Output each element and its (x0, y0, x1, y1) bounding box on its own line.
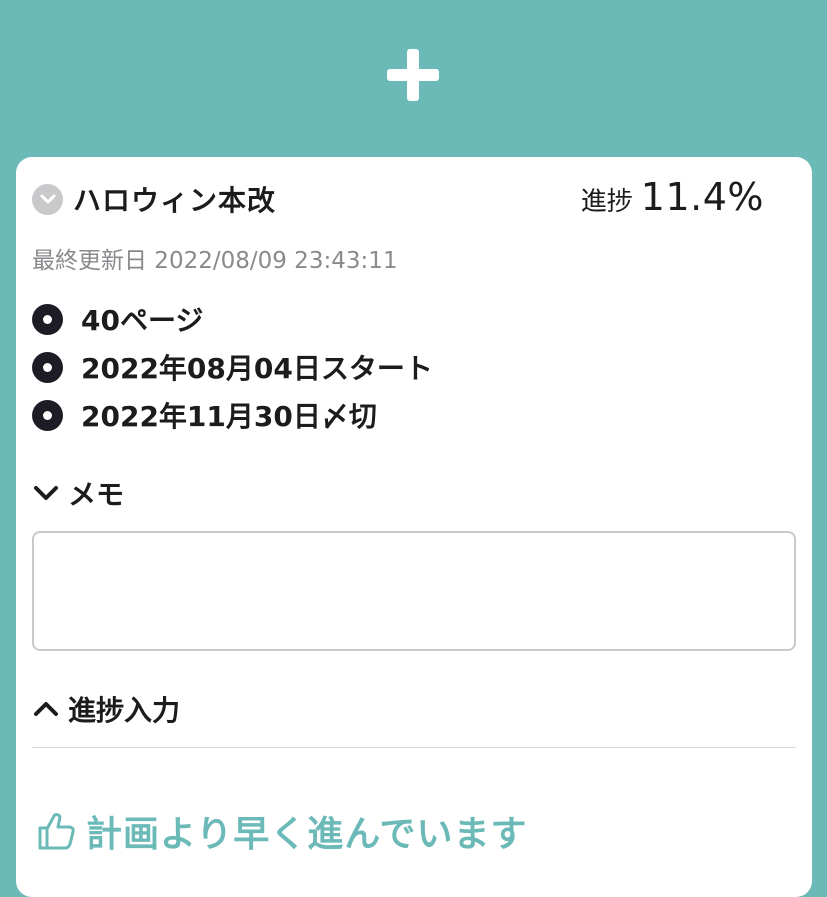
detail-item: 2022年11月30日〆切 (32, 391, 433, 439)
detail-start-date: 2022年08月04日スタート (81, 352, 433, 385)
top-bar (0, 0, 827, 157)
project-title: ハロウィン本改 (73, 184, 277, 217)
status-message: 計画より早く進んでいます (36, 805, 527, 857)
bullet-icon (32, 303, 63, 335)
add-button[interactable] (383, 45, 443, 105)
thumbs-up-icon (38, 813, 75, 850)
progress-summary: 進捗 11.4% (581, 175, 764, 219)
progress-value: 11.4% (640, 175, 764, 219)
progress-input-label: 進捗入力 (68, 694, 181, 727)
chevron-up-icon (34, 702, 58, 716)
detail-pages: 40ページ (81, 304, 204, 337)
detail-list: 40ページ 2022年08月04日スタート 2022年11月30日〆切 (32, 295, 433, 439)
project-card: ハロウィン本改 進捗 11.4% 最終更新日 2022/08/09 23:43:… (16, 157, 812, 897)
memo-label: メモ (68, 478, 125, 511)
memo-input[interactable] (32, 531, 796, 651)
progress-input-toggle[interactable]: 進捗入力 (32, 689, 180, 729)
detail-item: 40ページ (32, 295, 433, 343)
chevron-down-icon (34, 486, 58, 500)
chevron-down-circle-icon (40, 194, 55, 204)
plus-icon (387, 49, 439, 101)
detail-deadline: 2022年11月30日〆切 (81, 400, 377, 433)
memo-toggle[interactable]: メモ (32, 473, 124, 513)
detail-item: 2022年08月04日スタート (32, 343, 433, 391)
last-updated: 最終更新日 2022/08/09 23:43:11 (32, 248, 398, 274)
progress-label: 進捗 (580, 187, 633, 217)
card-header: ハロウィン本改 (32, 179, 276, 219)
bullet-icon (32, 399, 63, 431)
status-text: 計画より早く進んでいます (86, 814, 528, 855)
divider (32, 747, 796, 748)
collapse-toggle[interactable] (32, 183, 63, 215)
bullet-icon (32, 351, 63, 383)
